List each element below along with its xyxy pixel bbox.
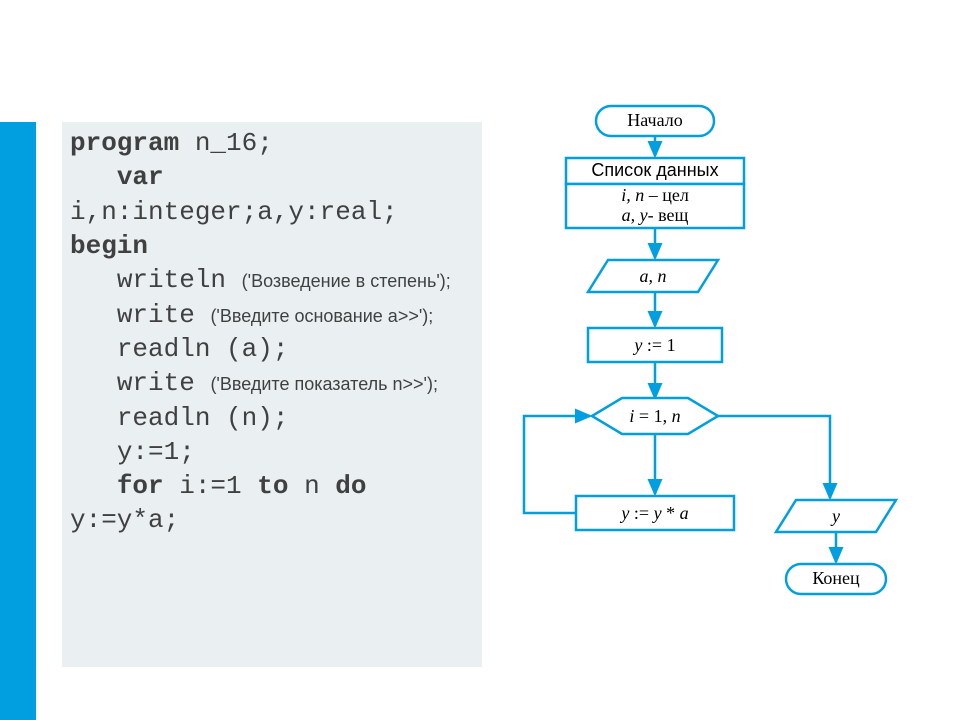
left-accent-bar [0, 122, 36, 720]
pascal-source: program n_16; var i,n:integer;a,y:real; … [70, 126, 474, 538]
label-loop: i = 1, n [592, 406, 718, 427]
label-datavars: i, n – цел a, y- вещ [566, 186, 744, 226]
label-io-an: a, n [588, 266, 718, 287]
label-datahdr: Список данных [566, 160, 744, 181]
label-start: Начало [596, 110, 714, 131]
label-end: Конец [786, 568, 886, 589]
label-proc-mul: y := y * a [576, 503, 734, 524]
code-panel: program n_16; var i,n:integer;a,y:real; … [62, 122, 482, 667]
flowchart: Начало Список данных i, n – цел a, y- ве… [500, 100, 960, 700]
label-proc-y1: y := 1 [588, 335, 722, 356]
label-io-y: y [776, 506, 896, 527]
